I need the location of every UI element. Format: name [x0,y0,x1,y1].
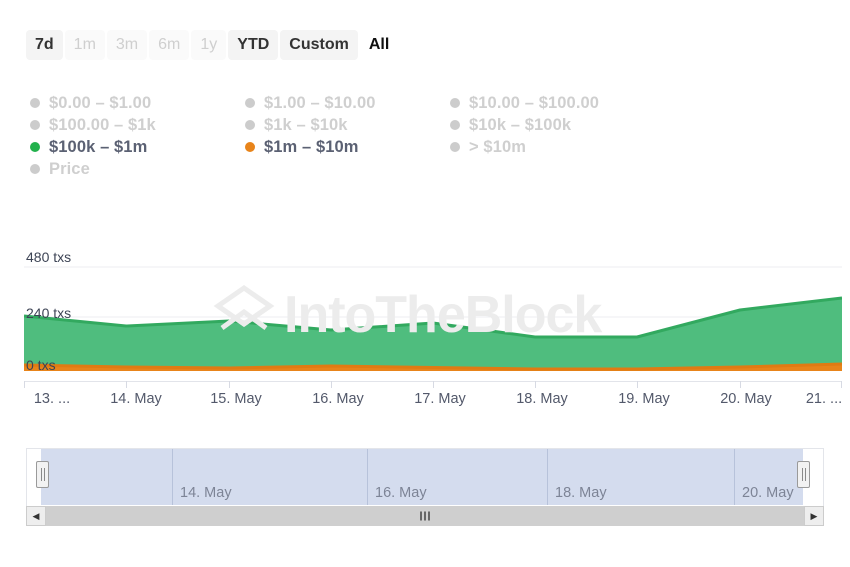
legend-dot-icon [30,164,40,174]
navigator-label-18-may: 18. May [555,485,607,501]
navigator-handle-left[interactable] [36,461,49,488]
y-axis-label-0: 0 txs [26,357,56,373]
x-axis-label-3: 16. May [312,391,364,407]
legend-item-label: $0.00 – $1.00 [49,93,152,112]
x-axis-label-1: 14. May [110,391,162,407]
navigator-separator [367,449,368,505]
range-button-7d[interactable]: 7d [26,30,63,60]
scrollbar-left-arrow-icon[interactable]: ◀ [26,506,46,526]
navigator-separator [172,449,173,505]
chart-legend: $0.00 – $1.00 $1.00 – $10.00 $10.00 – $1… [30,92,730,180]
y-axis-label-240: 240 txs [26,305,72,321]
legend-dot-icon [450,142,460,152]
legend-dot-icon [245,142,255,152]
range-button-all[interactable]: All [360,30,398,60]
legend-item-label: $10k – $100k [469,115,572,134]
legend-dot-icon [245,120,255,130]
navigator-separator [734,449,735,505]
x-axis-label-6: 19. May [618,391,670,407]
chart-plot-area [24,240,842,380]
range-button-6m[interactable]: 6m [149,30,190,60]
navigator-label-20-may: 20. May [742,485,794,501]
chart-navigator[interactable]: 14. May 16. May 18. May 20. May [26,448,824,506]
legend-item-label: $1.00 – $10.00 [264,93,376,112]
x-axis-label-7: 20. May [720,391,772,407]
legend-row: $100.00 – $1k $1k – $10k $10k – $100k [30,114,730,136]
legend-dot-icon [245,98,255,108]
transactions-area-chart[interactable]: 13. ... 14. May 15. May 16. May 17. May … [0,240,850,415]
scrollbar-thumb[interactable] [46,506,804,526]
legend-row: $100k – $1m $1m – $10m > $10m [30,136,730,158]
chart-scrollbar[interactable]: ◀ ▶ [26,506,824,526]
legend-dot-icon [30,142,40,152]
legend-row: Price [30,158,730,180]
x-axis-label-5: 18. May [516,391,568,407]
legend-dot-icon [450,98,460,108]
range-button-1y[interactable]: 1y [191,30,227,60]
legend-item-label: $1m – $10m [264,137,359,156]
scrollbar-right-arrow-icon[interactable]: ▶ [804,506,824,526]
legend-item-1m-10m[interactable]: $1m – $10m [245,138,450,157]
legend-row: $0.00 – $1.00 $1.00 – $10.00 $10.00 – $1… [30,92,730,114]
y-axis-label-480: 480 txs [26,249,72,265]
legend-item-10-100[interactable]: $10.00 – $100.00 [450,94,690,113]
x-axis: 13. ... 14. May 15. May 16. May 17. May … [24,381,842,415]
x-axis-label-2: 15. May [210,391,262,407]
range-button-ytd[interactable]: YTD [228,30,279,60]
x-axis-label-8: 21. ... [805,391,843,407]
navigator-label-14-may: 14. May [180,485,232,501]
x-axis-label-0: 13. ... [33,391,71,407]
legend-item-100k-1m[interactable]: $100k – $1m [30,138,245,157]
legend-item-price[interactable]: Price [30,160,245,179]
legend-item-label: > $10m [469,137,527,156]
legend-item-label: Price [49,159,90,178]
navigator-separator [547,449,548,505]
navigator-label-16-may: 16. May [375,485,427,501]
legend-dot-icon [30,120,40,130]
legend-item-100-1k[interactable]: $100.00 – $1k [30,116,245,135]
legend-item-label: $10.00 – $100.00 [469,93,600,112]
legend-item-1-10[interactable]: $1.00 – $10.00 [245,94,450,113]
scrollbar-grip-icon [420,511,430,521]
series-area-100k-1m [24,298,842,371]
navigator-handle-right[interactable] [797,461,810,488]
legend-dot-icon [450,120,460,130]
legend-item-10k-100k[interactable]: $10k – $100k [450,116,690,135]
range-selector: 7d 1m 3m 6m 1y YTD Custom All [26,30,398,60]
range-button-1m[interactable]: 1m [64,30,105,60]
legend-item-1k-10k[interactable]: $1k – $10k [245,116,450,135]
range-button-3m[interactable]: 3m [106,30,148,60]
legend-item-label: $1k – $10k [264,115,348,134]
x-axis-label-4: 17. May [414,391,466,407]
legend-item-gt-10m[interactable]: > $10m [450,138,690,157]
range-button-custom[interactable]: Custom [280,30,358,60]
legend-dot-icon [30,98,40,108]
legend-item-0-1[interactable]: $0.00 – $1.00 [30,94,245,113]
legend-item-label: $100k – $1m [49,137,148,156]
legend-item-label: $100.00 – $1k [49,115,156,134]
